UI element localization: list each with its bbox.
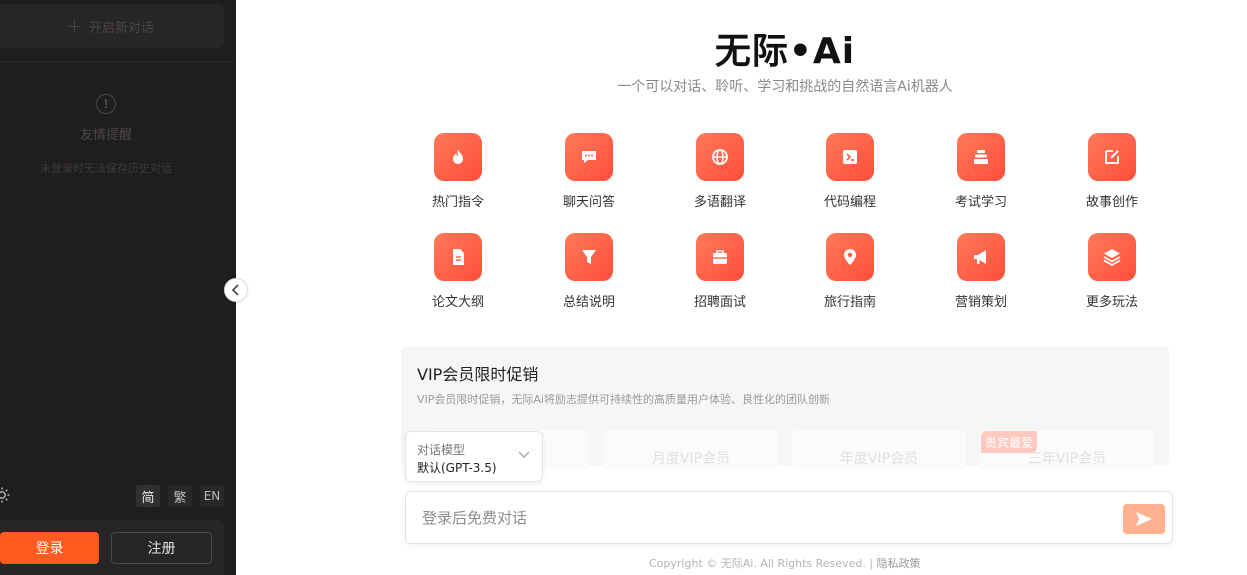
- send-button[interactable]: [1123, 504, 1165, 534]
- sun-icon[interactable]: [0, 487, 10, 503]
- register-button[interactable]: 注册: [111, 532, 212, 564]
- feature-exam-study[interactable]: 考试学习: [936, 133, 1026, 210]
- warning-icon: !: [96, 94, 116, 114]
- layers-icon: [1088, 233, 1136, 281]
- feature-label: 聊天问答: [562, 195, 615, 210]
- feature-label: 故事创作: [1085, 195, 1138, 210]
- send-icon: [1136, 512, 1152, 526]
- app-root: + 开启新对话 ! 友情提醒 未登录时无法保存历史对话 简 繁 EN 登录 注册…: [0, 0, 1247, 575]
- feature-more[interactable]: 更多玩法: [1067, 233, 1157, 310]
- login-button[interactable]: 登录: [0, 532, 99, 564]
- filter-icon: [565, 233, 613, 281]
- page-title: 无际•Ai: [714, 31, 856, 72]
- chevron-left-icon: [231, 284, 239, 296]
- edit-icon: [1088, 133, 1136, 181]
- model-select[interactable]: 对话模型 默认(GPT-3.5): [405, 431, 543, 482]
- vip-plan-monthly[interactable]: 月度VIP会员: [604, 430, 778, 470]
- stack-icon: [957, 133, 1005, 181]
- tip-description: 未登录时无法保存历史对话: [40, 162, 172, 175]
- lang-english-button[interactable]: EN: [200, 485, 224, 507]
- lang-simplified-button[interactable]: 简: [136, 485, 160, 507]
- globe-icon: [696, 133, 744, 181]
- vip-badge: 贵宾最爱: [981, 431, 1037, 453]
- model-select-value: 默认(GPT-3.5): [417, 461, 497, 475]
- feature-label: 考试学习: [954, 195, 1007, 210]
- page-subtitle: 一个可以对话、聆听、学习和挑战的自然语言Ai机器人: [617, 79, 953, 95]
- feature-label: 招聘面试: [693, 295, 746, 310]
- feature-label: 论文大纲: [431, 295, 484, 310]
- vip-description: VIP会员限时促销，无际Ai将励志提供可持续性的高质量用户体验、良性化的团队创新: [417, 393, 830, 406]
- vip-title: VIP会员限时促销: [417, 365, 539, 384]
- feature-paper-outline[interactable]: 论文大纲: [413, 233, 503, 310]
- feature-marketing[interactable]: 营销策划: [936, 233, 1026, 310]
- footer: Copyright © 无际Ai. All Rights Reseved. | …: [649, 555, 921, 571]
- privacy-policy-link[interactable]: 隐私政策: [877, 557, 921, 570]
- collapse-sidebar-button[interactable]: [224, 278, 248, 302]
- chevron-down-icon: [518, 448, 530, 462]
- footer-copyright: Copyright © 无际Ai. All Rights Reseved. |: [649, 557, 877, 570]
- briefcase-icon: [696, 233, 744, 281]
- feature-translate[interactable]: 多语翻译: [675, 133, 765, 210]
- feature-travel[interactable]: 旅行指南: [805, 233, 895, 310]
- feature-label: 营销策划: [954, 295, 1007, 310]
- feature-interview[interactable]: 招聘面试: [675, 233, 765, 310]
- terminal-icon: [826, 133, 874, 181]
- chat-input[interactable]: [422, 504, 1102, 532]
- feature-coding[interactable]: 代码编程: [805, 133, 895, 210]
- feature-story[interactable]: 故事创作: [1067, 133, 1157, 210]
- feature-label: 多语翻译: [693, 195, 746, 210]
- feature-hot-commands[interactable]: 热门指令: [413, 133, 503, 210]
- feature-label: 热门指令: [431, 195, 484, 210]
- lang-traditional-button[interactable]: 繁: [168, 485, 192, 507]
- document-icon: [434, 233, 482, 281]
- vip-plan-yearly[interactable]: 年度VIP会员: [792, 430, 966, 470]
- fire-icon: [434, 133, 482, 181]
- feature-summary[interactable]: 总结说明: [544, 233, 634, 310]
- megaphone-icon: [957, 233, 1005, 281]
- feature-label: 旅行指南: [823, 295, 876, 310]
- feature-label: 总结说明: [562, 295, 615, 310]
- tip-title: 友情提醒: [79, 128, 132, 143]
- chat-bubble-icon: [565, 133, 613, 181]
- feature-label: 更多玩法: [1085, 295, 1138, 310]
- feature-label: 代码编程: [823, 195, 876, 210]
- chat-input-box: [405, 491, 1173, 544]
- model-select-label: 对话模型: [417, 443, 466, 457]
- feature-chat-qa[interactable]: 聊天问答: [544, 133, 634, 210]
- location-pin-icon: [826, 233, 874, 281]
